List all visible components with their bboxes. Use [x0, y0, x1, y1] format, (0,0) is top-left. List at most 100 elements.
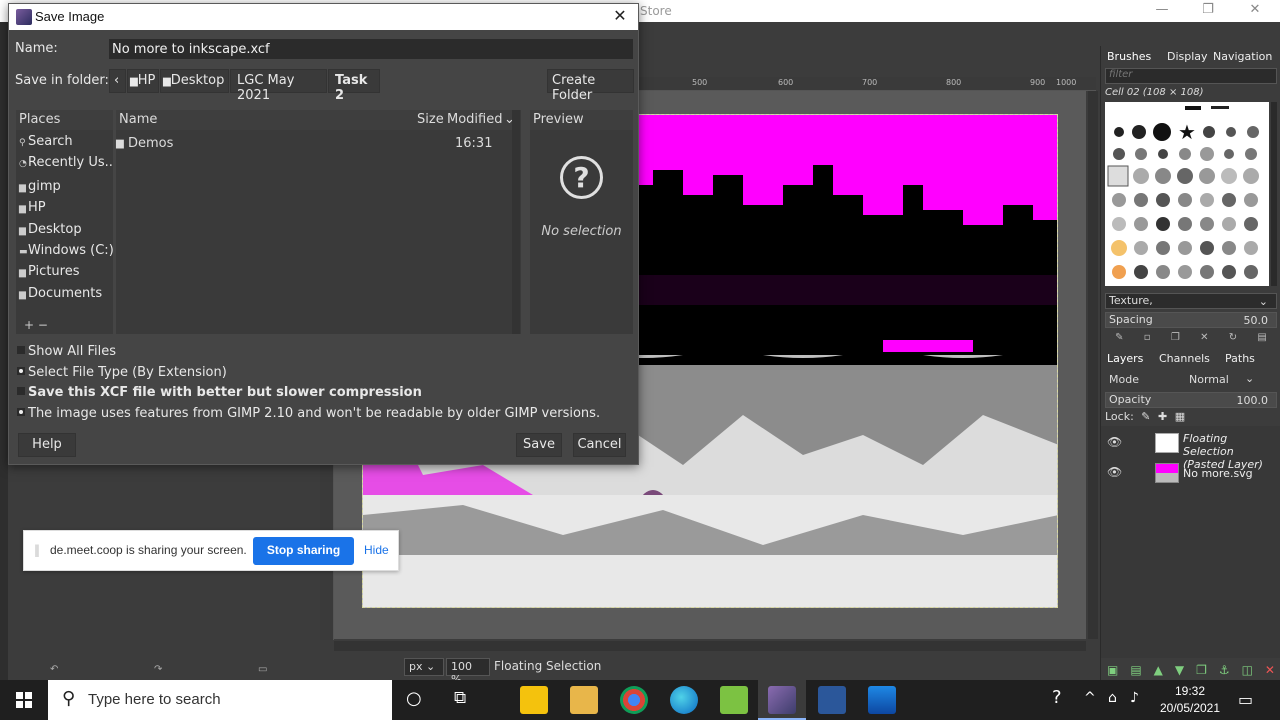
- mode-select[interactable]: Normal: [1189, 373, 1229, 386]
- show-all-files-checkbox[interactable]: Show All Files: [17, 344, 116, 359]
- select-file-type-expander[interactable]: Select File Type (By Extension): [17, 365, 227, 380]
- layer-row[interactable]: 👁 Floating Selection (Pasted Layer): [1101, 430, 1280, 471]
- checkbox-label: Show All Files: [28, 344, 116, 359]
- cortana-icon[interactable]: ○: [406, 688, 422, 709]
- horizontal-ruler[interactable]: 500 600 700 800 900 1000: [638, 77, 1096, 91]
- delete-brush-icon[interactable]: ✕: [1200, 332, 1208, 346]
- save-button[interactable]: Save: [516, 433, 562, 457]
- stop-sharing-button[interactable]: Stop sharing: [253, 537, 354, 565]
- undo-icon[interactable]: ↶: [50, 664, 58, 675]
- help-button[interactable]: Help: [18, 433, 76, 457]
- lower-layer-icon[interactable]: ▼: [1175, 663, 1184, 677]
- gimp-taskbar-icon[interactable]: [768, 686, 796, 714]
- tab-channels[interactable]: Channels: [1159, 352, 1210, 365]
- brush-grid-scrollbar[interactable]: [1271, 102, 1277, 286]
- maximize-icon[interactable]: ❐: [1188, 2, 1228, 17]
- new-layer-icon[interactable]: ▣: [1107, 663, 1118, 677]
- breadcrumb-hp[interactable]: ▆HP: [127, 69, 159, 93]
- lock-alpha-icon[interactable]: ▦: [1175, 410, 1185, 423]
- lock-position-icon[interactable]: ✚: [1158, 410, 1167, 423]
- place-recently-used[interactable]: ◔Recently Us...: [16, 153, 113, 174]
- notifications-icon[interactable]: ▭: [1238, 690, 1253, 709]
- unit-select[interactable]: px ⌄: [404, 658, 444, 676]
- lock-pixels-icon[interactable]: ✎: [1141, 410, 1150, 423]
- place-documents[interactable]: ▆ Documents: [16, 284, 113, 305]
- place-search[interactable]: ⚲ Search: [16, 132, 113, 153]
- drag-handle-icon[interactable]: ‖: [34, 543, 40, 557]
- create-folder-button[interactable]: Create Folder: [547, 69, 634, 103]
- volume-icon[interactable]: ♪: [1130, 690, 1139, 706]
- filename-input[interactable]: [109, 39, 633, 59]
- breadcrumb-desktop[interactable]: ▆Desktop: [160, 69, 229, 93]
- right-dock: Brushes Display Navigation filter Cell 0…: [1100, 46, 1280, 680]
- brush-grid[interactable]: ★: [1105, 102, 1269, 286]
- clock-time[interactable]: 19:32: [1160, 684, 1220, 698]
- task-view-icon[interactable]: ⧉: [454, 688, 466, 708]
- minimize-icon[interactable]: —: [1142, 2, 1182, 17]
- edge-icon[interactable]: [670, 686, 698, 714]
- canvas-vertical-scrollbar[interactable]: [1088, 91, 1098, 639]
- word-icon[interactable]: [818, 686, 846, 714]
- clock-date[interactable]: 20/05/2021: [1156, 701, 1224, 715]
- cancel-button[interactable]: Cancel: [573, 433, 626, 457]
- hide-link[interactable]: Hide: [364, 543, 389, 557]
- file-row[interactable]: ▆ Demos 16:31: [116, 134, 516, 154]
- mask-icon[interactable]: ◫: [1242, 663, 1253, 677]
- new-brush-icon[interactable]: ▫: [1144, 332, 1151, 346]
- taskbar-search-box[interactable]: ⚲ Type here to search: [48, 680, 392, 720]
- sticky-notes-icon[interactable]: [520, 686, 548, 714]
- tab-brushes[interactable]: Brushes: [1107, 50, 1151, 63]
- brush-filter-input[interactable]: filter: [1105, 68, 1277, 84]
- tab-navigation[interactable]: Navigation: [1213, 50, 1272, 63]
- inkscape-app-icon[interactable]: [720, 686, 748, 714]
- edit-brush-icon[interactable]: ✎: [1115, 332, 1123, 346]
- duplicate-layer-icon[interactable]: ❐: [1196, 663, 1207, 677]
- refresh-brushes-icon[interactable]: ↻: [1229, 332, 1237, 346]
- brush-preset-select[interactable]: Texture, ⌄: [1105, 293, 1277, 309]
- raise-layer-icon[interactable]: ▲: [1154, 663, 1163, 677]
- breadcrumb-task-2[interactable]: Task 2: [328, 69, 380, 103]
- compat-details-expander[interactable]: The image uses features from GIMP 2.10 a…: [17, 406, 600, 421]
- remove-bookmark-icon[interactable]: −: [38, 318, 48, 332]
- file-explorer-icon[interactable]: [570, 686, 598, 714]
- network-icon[interactable]: ⌂: [1108, 690, 1117, 706]
- column-name[interactable]: Name: [119, 112, 157, 127]
- visibility-eye-icon[interactable]: 👁: [1107, 435, 1122, 449]
- place-gimp[interactable]: ▆ gimp: [16, 177, 113, 198]
- chevron-up-icon[interactable]: ^: [1084, 690, 1096, 706]
- canvas-horizontal-scrollbar[interactable]: [334, 641, 1086, 651]
- duplicate-brush-icon[interactable]: ❐: [1171, 332, 1180, 346]
- redo-icon[interactable]: ↷: [154, 664, 162, 675]
- delete-icon[interactable]: ▭: [258, 664, 267, 675]
- place-hp[interactable]: ▆ HP: [16, 198, 113, 219]
- chrome-icon[interactable]: [620, 686, 648, 714]
- help-tray-icon[interactable]: ?: [1052, 687, 1062, 708]
- zoom-select[interactable]: 100 %: [446, 658, 490, 686]
- close-window-icon[interactable]: ✕: [1235, 2, 1275, 17]
- start-button[interactable]: [0, 680, 48, 720]
- add-bookmark-icon[interactable]: +: [24, 318, 34, 332]
- place-label: Desktop: [28, 222, 82, 237]
- layer-row[interactable]: 👁 No more.svg: [1101, 460, 1280, 488]
- column-size[interactable]: Size: [417, 112, 444, 127]
- delete-layer-icon[interactable]: ✕: [1265, 663, 1275, 677]
- tab-layers[interactable]: Layers: [1107, 352, 1143, 365]
- breadcrumb-back-button[interactable]: ‹: [109, 69, 126, 93]
- open-brush-icon[interactable]: ▤: [1257, 332, 1266, 346]
- files-scrollbar[interactable]: [512, 110, 520, 334]
- tab-paths[interactable]: Paths: [1225, 352, 1255, 365]
- tab-display[interactable]: Display: [1167, 50, 1208, 63]
- place-windows-c[interactable]: ▬Windows (C:): [16, 241, 113, 262]
- compression-checkbox[interactable]: Save this XCF file with better but slowe…: [17, 385, 422, 400]
- column-modified[interactable]: Modified: [447, 112, 502, 127]
- close-icon[interactable]: ✕: [608, 6, 632, 25]
- breadcrumb-lgc-may-2021[interactable]: LGC May 2021: [230, 69, 327, 103]
- anchor-layer-icon[interactable]: ⚓: [1219, 663, 1230, 677]
- new-group-icon[interactable]: ▤: [1130, 663, 1141, 677]
- place-pictures[interactable]: ▆ Pictures: [16, 262, 113, 283]
- photos-icon[interactable]: [868, 686, 896, 714]
- place-desktop[interactable]: ▆ Desktop: [16, 220, 113, 241]
- spacing-slider[interactable]: Spacing 50.0: [1105, 312, 1277, 328]
- visibility-eye-icon[interactable]: 👁: [1107, 465, 1122, 479]
- opacity-slider[interactable]: Opacity 100.0: [1105, 392, 1277, 408]
